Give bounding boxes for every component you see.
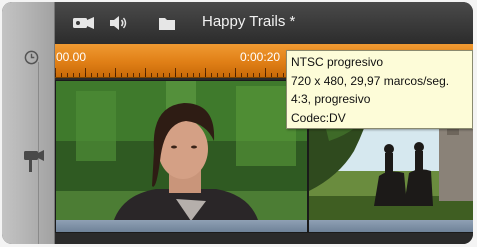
clock-icon[interactable] [24, 50, 39, 65]
ruler-time-label: 0:00:20 [240, 50, 281, 64]
speaker-icon[interactable] [108, 14, 128, 32]
tooltip-line: NTSC progresivo [291, 55, 384, 69]
clip-audio-strip [56, 220, 307, 232]
tooltip-line: 720 x 480, 29,97 marcos/seg. [291, 73, 450, 88]
project-title: Happy Trails * [202, 13, 296, 30]
girl-portrait-clip[interactable] [55, 80, 308, 233]
camcorder-icon[interactable] [72, 14, 96, 32]
tooltip-line: Codec:DV [291, 110, 346, 125]
video-track-icon[interactable] [23, 149, 45, 173]
ruler-time-label: 00.00 [56, 50, 87, 64]
tooltip-line: 4:3, progresivo [291, 92, 371, 106]
clip-audio-strip [309, 220, 473, 232]
clip-thumbnail [56, 81, 307, 232]
clip-info-tooltip: NTSC progresivo 720 x 480, 29,97 marcos/… [286, 50, 473, 129]
timeline-window: Happy Trails * 00.00 0:00:20 NTSC progre… [2, 2, 473, 244]
track-header-panel [2, 2, 55, 244]
timeline-titlebar: Happy Trails * [55, 2, 473, 45]
folder-icon[interactable] [158, 15, 176, 31]
